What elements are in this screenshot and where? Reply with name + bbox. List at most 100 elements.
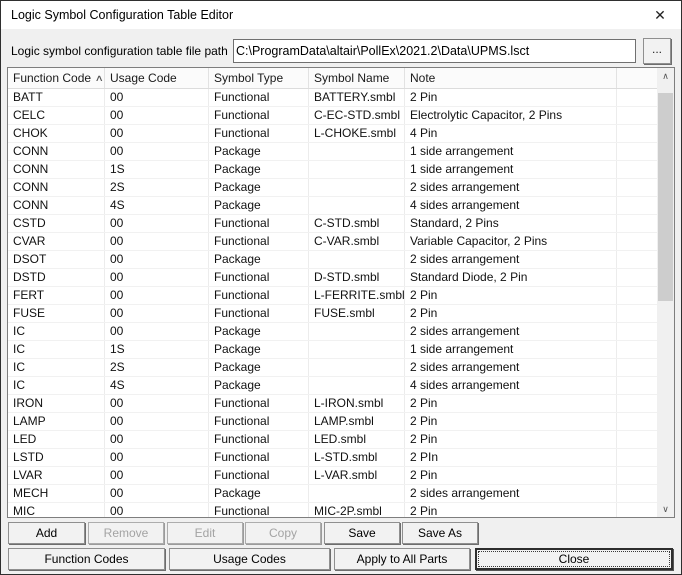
cell-function-code: IC — [8, 377, 105, 394]
cell-symbol-type: Functional — [209, 233, 309, 250]
cell-function-code: CONN — [8, 197, 105, 214]
close-button[interactable]: Close — [475, 548, 673, 570]
cell-symbol-type: Functional — [209, 107, 309, 124]
table-row[interactable]: IC 2S Package 2 sides arrangement — [8, 359, 657, 377]
table-row[interactable]: CSTD 00 Functional C-STD.smbl Standard, … — [8, 215, 657, 233]
cell-usage-code: 4S — [105, 377, 209, 394]
cell-symbol-name — [309, 197, 405, 214]
table-row[interactable]: LED 00 Functional LED.smbl 2 Pin — [8, 431, 657, 449]
table-row[interactable]: IC 00 Package 2 sides arrangement — [8, 323, 657, 341]
cell-function-code: CVAR — [8, 233, 105, 250]
cell-symbol-type: Functional — [209, 215, 309, 232]
cell-usage-code: 00 — [105, 449, 209, 466]
close-icon[interactable]: ✕ — [649, 4, 671, 26]
cell-note: 2 sides arrangement — [405, 485, 617, 502]
cell-usage-code: 00 — [105, 485, 209, 502]
cell-symbol-type: Package — [209, 377, 309, 394]
table-row[interactable]: MIC 00 Functional MIC-2P.smbl 2 Pin — [8, 503, 657, 517]
table-row[interactable]: IC 1S Package 1 side arrangement — [8, 341, 657, 359]
browse-button[interactable]: ... — [643, 38, 671, 64]
table-row[interactable]: CONN 4S Package 4 sides arrangement — [8, 197, 657, 215]
cell-symbol-name: C-EC-STD.smbl — [309, 107, 405, 124]
edit-button[interactable]: Edit — [167, 522, 243, 544]
cell-symbol-name — [309, 377, 405, 394]
cell-usage-code: 1S — [105, 341, 209, 358]
cell-usage-code: 00 — [105, 287, 209, 304]
cell-function-code: LAMP — [8, 413, 105, 430]
cell-function-code: DSOT — [8, 251, 105, 268]
cell-symbol-name: C-VAR.smbl — [309, 233, 405, 250]
cell-symbol-name: L-VAR.smbl — [309, 467, 405, 484]
column-header-note[interactable]: Note — [405, 68, 617, 88]
column-header-usage-code[interactable]: Usage Code — [105, 68, 209, 88]
copy-button[interactable]: Copy — [245, 522, 321, 544]
cell-usage-code: 2S — [105, 179, 209, 196]
table-row[interactable]: IRON 00 Functional L-IRON.smbl 2 Pin — [8, 395, 657, 413]
table-row[interactable]: BATT 00 Functional BATTERY.smbl 2 Pin — [8, 89, 657, 107]
cell-usage-code: 00 — [105, 503, 209, 517]
cell-note: Electrolytic Capacitor, 2 Pins — [405, 107, 617, 124]
table-row[interactable]: CONN 2S Package 2 sides arrangement — [8, 179, 657, 197]
table-row[interactable]: FERT 00 Functional L-FERRITE.smbl 2 Pin — [8, 287, 657, 305]
titlebar[interactable]: Logic Symbol Configuration Table Editor … — [1, 1, 681, 29]
cell-symbol-name: BATTERY.smbl — [309, 89, 405, 106]
table-row[interactable]: LSTD 00 Functional L-STD.smbl 2 PIn — [8, 449, 657, 467]
cell-note: Standard Diode, 2 Pin — [405, 269, 617, 286]
cell-filler — [617, 413, 657, 430]
cell-function-code: IC — [8, 359, 105, 376]
cell-usage-code: 2S — [105, 359, 209, 376]
save-button[interactable]: Save — [324, 522, 400, 544]
cell-symbol-type: Functional — [209, 503, 309, 517]
cell-symbol-name — [309, 341, 405, 358]
cell-filler — [617, 215, 657, 232]
table-row[interactable]: DSTD 00 Functional D-STD.smbl Standard D… — [8, 269, 657, 287]
cell-function-code: FERT — [8, 287, 105, 304]
apply-to-all-parts-button[interactable]: Apply to All Parts — [334, 548, 470, 570]
column-header-symbol-name[interactable]: Symbol Name — [309, 68, 405, 88]
column-header-function-code[interactable]: Function Code ∧ — [8, 68, 105, 88]
usage-codes-button[interactable]: Usage Codes — [169, 548, 330, 570]
table-row[interactable]: LVAR 00 Functional L-VAR.smbl 2 Pin — [8, 467, 657, 485]
cell-filler — [617, 485, 657, 502]
file-path-row: Logic symbol configuration table file pa… — [11, 37, 671, 64]
cell-filler — [617, 179, 657, 196]
save-as-button[interactable]: Save As — [402, 522, 478, 544]
cell-usage-code: 00 — [105, 143, 209, 160]
file-path-input[interactable] — [233, 39, 636, 63]
vertical-scrollbar[interactable]: ∧ ∨ — [657, 68, 674, 517]
table-row[interactable]: CONN 1S Package 1 side arrangement — [8, 161, 657, 179]
cell-note: 2 Pin — [405, 305, 617, 322]
cell-usage-code: 00 — [105, 215, 209, 232]
table-header: Function Code ∧ Usage Code Symbol Type S… — [8, 68, 657, 89]
function-codes-button[interactable]: Function Codes — [8, 548, 165, 570]
scroll-down-icon[interactable]: ∨ — [657, 501, 674, 517]
scrollbar-track[interactable] — [657, 84, 674, 501]
scroll-up-icon[interactable]: ∧ — [657, 68, 674, 84]
cell-function-code: CONN — [8, 143, 105, 160]
add-button[interactable]: Add — [8, 522, 85, 544]
cell-function-code: IC — [8, 323, 105, 340]
scrollbar-thumb[interactable] — [658, 93, 673, 301]
cell-usage-code: 00 — [105, 413, 209, 430]
cell-usage-code: 00 — [105, 251, 209, 268]
cell-usage-code: 00 — [105, 125, 209, 142]
cell-filler — [617, 143, 657, 160]
remove-button[interactable]: Remove — [88, 522, 164, 544]
cell-filler — [617, 341, 657, 358]
cell-usage-code: 1S — [105, 161, 209, 178]
table-row[interactable]: CONN 00 Package 1 side arrangement — [8, 143, 657, 161]
cell-note: 2 Pin — [405, 395, 617, 412]
cell-note: 2 Pin — [405, 467, 617, 484]
table-row[interactable]: FUSE 00 Functional FUSE.smbl 2 Pin — [8, 305, 657, 323]
table-row[interactable]: LAMP 00 Functional LAMP.smbl 2 Pin — [8, 413, 657, 431]
table-row[interactable]: MECH 00 Package 2 sides arrangement — [8, 485, 657, 503]
table-row[interactable]: CHOK 00 Functional L-CHOKE.smbl 4 Pin — [8, 125, 657, 143]
column-header-symbol-type[interactable]: Symbol Type — [209, 68, 309, 88]
window-title: Logic Symbol Configuration Table Editor — [11, 8, 649, 22]
cell-note: 1 side arrangement — [405, 143, 617, 160]
table-row[interactable]: CELC 00 Functional C-EC-STD.smbl Electro… — [8, 107, 657, 125]
table-row[interactable]: DSOT 00 Package 2 sides arrangement — [8, 251, 657, 269]
table-row[interactable]: CVAR 00 Functional C-VAR.smbl Variable C… — [8, 233, 657, 251]
cell-note: 2 Pin — [405, 89, 617, 106]
table-row[interactable]: IC 4S Package 4 sides arrangement — [8, 377, 657, 395]
